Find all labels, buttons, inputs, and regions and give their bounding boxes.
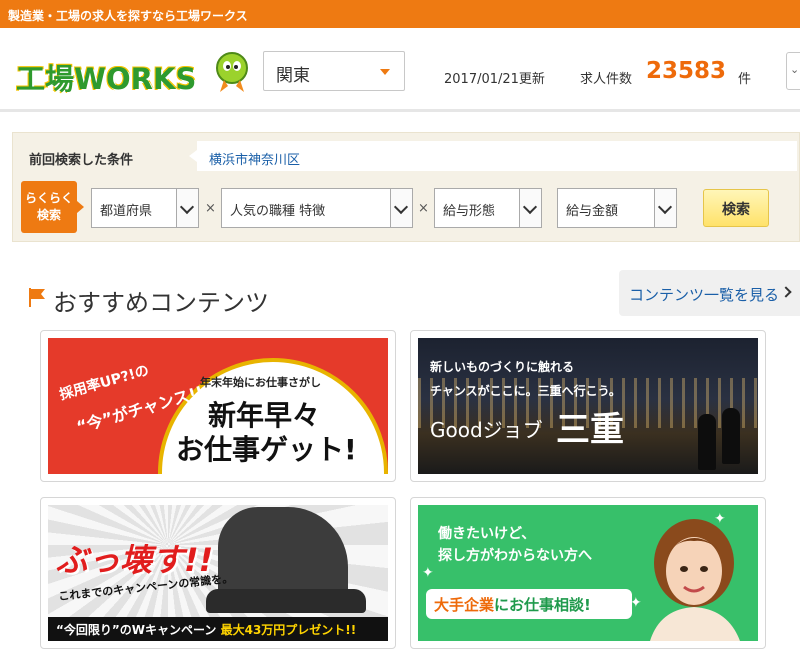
banner-mie: 三重: [556, 410, 624, 450]
consultation-bubble: 大手企業にお仕事相談!: [426, 589, 632, 619]
site-tagline: 製造業・工場の求人を探すなら工場ワークス: [8, 9, 248, 23]
banner-strip-part1: “今回限り”のWキャンペーン: [56, 623, 221, 637]
silhouette-person: [698, 414, 716, 470]
search-button-label: 検索: [722, 202, 750, 218]
flag-icon: [29, 288, 45, 307]
salary-amount-select-value: 給与金額: [566, 204, 619, 219]
previous-search-label: 前回検索した条件: [29, 153, 134, 168]
easy-search-badge-line1: らくらく: [24, 191, 73, 205]
sparkle-icon: ✦: [630, 595, 642, 611]
job-count-unit: 件: [738, 72, 752, 87]
banner-line-1: 働きたいけど、: [438, 526, 536, 542]
mascot-icon: [216, 52, 248, 92]
new-year-banner: 採用率UP?!の “今”がチャンス!! 年末年始にお仕事さがし 新年早々 お仕事…: [48, 338, 388, 474]
top-banner-bar: 製造業・工場の求人を探すなら工場ワークス: [0, 0, 800, 28]
previous-search-link[interactable]: 横浜市神奈川区: [189, 141, 797, 171]
search-panel: 前回検索した条件 横浜市神奈川区 らくらく 検索 都道府県 × 人気の職種 特徴…: [12, 132, 800, 242]
banner-subtitle: 年末年始にお仕事さがし: [200, 376, 321, 389]
banner-line-2: 探し方がわからない方へ: [438, 548, 592, 564]
bubble-emphasis: 大手企業: [434, 596, 495, 614]
region-select-value: 関東: [276, 66, 310, 86]
content-card-campaign[interactable]: ぶっ壊す!! これまでのキャンペーンの常識を。 “今回限り”のWキャンペーン 最…: [40, 497, 396, 649]
updated-date: 2017/01/21更新: [444, 72, 545, 87]
campaign-banner: ぶっ壊す!! これまでのキャンペーンの常識を。 “今回限り”のWキャンペーン 最…: [48, 505, 388, 641]
banner-good-job: Goodジョブ: [430, 418, 543, 442]
site-header: 工場WORKS 関東 2017/01/21更新 求人件数 23583 件 ⌄: [0, 28, 800, 112]
mie-banner: 新しいものづくりに触れる チャンスがここに。三重へ行こう。 Goodジョブ 三重: [418, 338, 758, 474]
salary-amount-select[interactable]: 給与金額: [557, 188, 677, 228]
bubble-text: にお仕事相談!: [494, 596, 591, 614]
site-logo[interactable]: 工場WORKS: [14, 48, 248, 98]
region-select[interactable]: 関東: [263, 51, 405, 91]
banner-line-1: 新しいものづくりに触れる: [430, 360, 575, 374]
sparkle-icon: ✦: [422, 565, 434, 581]
consultation-banner: 働きたいけど、 探し方がわからない方へ 大手企業にお仕事相談! ✦ ✦ ✦: [418, 505, 758, 641]
monster-claw: [206, 589, 366, 613]
search-button[interactable]: 検索: [703, 189, 769, 227]
content-card-consultation[interactable]: 働きたいけど、 探し方がわからない方へ 大手企業にお仕事相談! ✦ ✦ ✦: [410, 497, 766, 649]
silhouette-person: [722, 408, 740, 464]
view-all-contents-label: コンテンツ一覧を見る: [629, 286, 780, 304]
header-menu-button[interactable]: ⌄: [786, 52, 800, 90]
view-all-contents-link[interactable]: コンテンツ一覧を見る: [619, 270, 800, 316]
previous-search-value: 横浜市神奈川区: [209, 153, 301, 168]
banner-headline-2: お仕事ゲット!: [176, 433, 357, 466]
content-card-mie[interactable]: 新しいものづくりに触れる チャンスがここに。三重へ行こう。 Goodジョブ 三重: [410, 330, 766, 482]
job-count: 23583: [646, 58, 727, 84]
banner-strip-part2: 最大43万円プレゼント!!: [220, 623, 357, 637]
sparkle-icon: ✦: [714, 511, 726, 527]
banner-strip: “今回限り”のWキャンペーン 最大43万円プレゼント!!: [48, 617, 388, 641]
chevron-down-icon: [654, 189, 676, 227]
job-type-select-value: 人気の職種 特徴: [230, 204, 326, 219]
recommended-section-title: おすすめコンテンツ: [53, 289, 269, 317]
prefecture-select-value: 都道府県: [100, 204, 153, 219]
chevron-down-icon: ⌄: [790, 63, 800, 76]
content-card-new-year[interactable]: 採用率UP?!の “今”がチャンス!! 年末年始にお仕事さがし 新年早々 お仕事…: [40, 330, 396, 482]
chevron-down-icon: [390, 189, 412, 227]
woman-portrait-icon: [650, 519, 740, 641]
prefecture-select[interactable]: 都道府県: [91, 188, 199, 228]
salary-type-select-value: 給与形態: [443, 204, 496, 219]
salary-type-select[interactable]: 給与形態: [434, 188, 542, 228]
caret-down-icon: [380, 69, 390, 75]
easy-search-badge: らくらく 検索: [21, 181, 84, 233]
times-separator: ×: [418, 201, 429, 216]
banner-line-2: チャンスがここに。三重へ行こう。: [430, 384, 621, 398]
chevron-right-icon: [780, 286, 792, 298]
times-separator: ×: [205, 201, 216, 216]
job-type-select[interactable]: 人気の職種 特徴: [221, 188, 413, 228]
easy-search-badge-line2: 検索: [36, 208, 61, 222]
logo-text: 工場WORKS: [16, 62, 197, 96]
job-count-label: 求人件数: [580, 72, 633, 87]
chevron-down-icon: [176, 189, 198, 227]
chevron-down-icon: [519, 189, 541, 227]
